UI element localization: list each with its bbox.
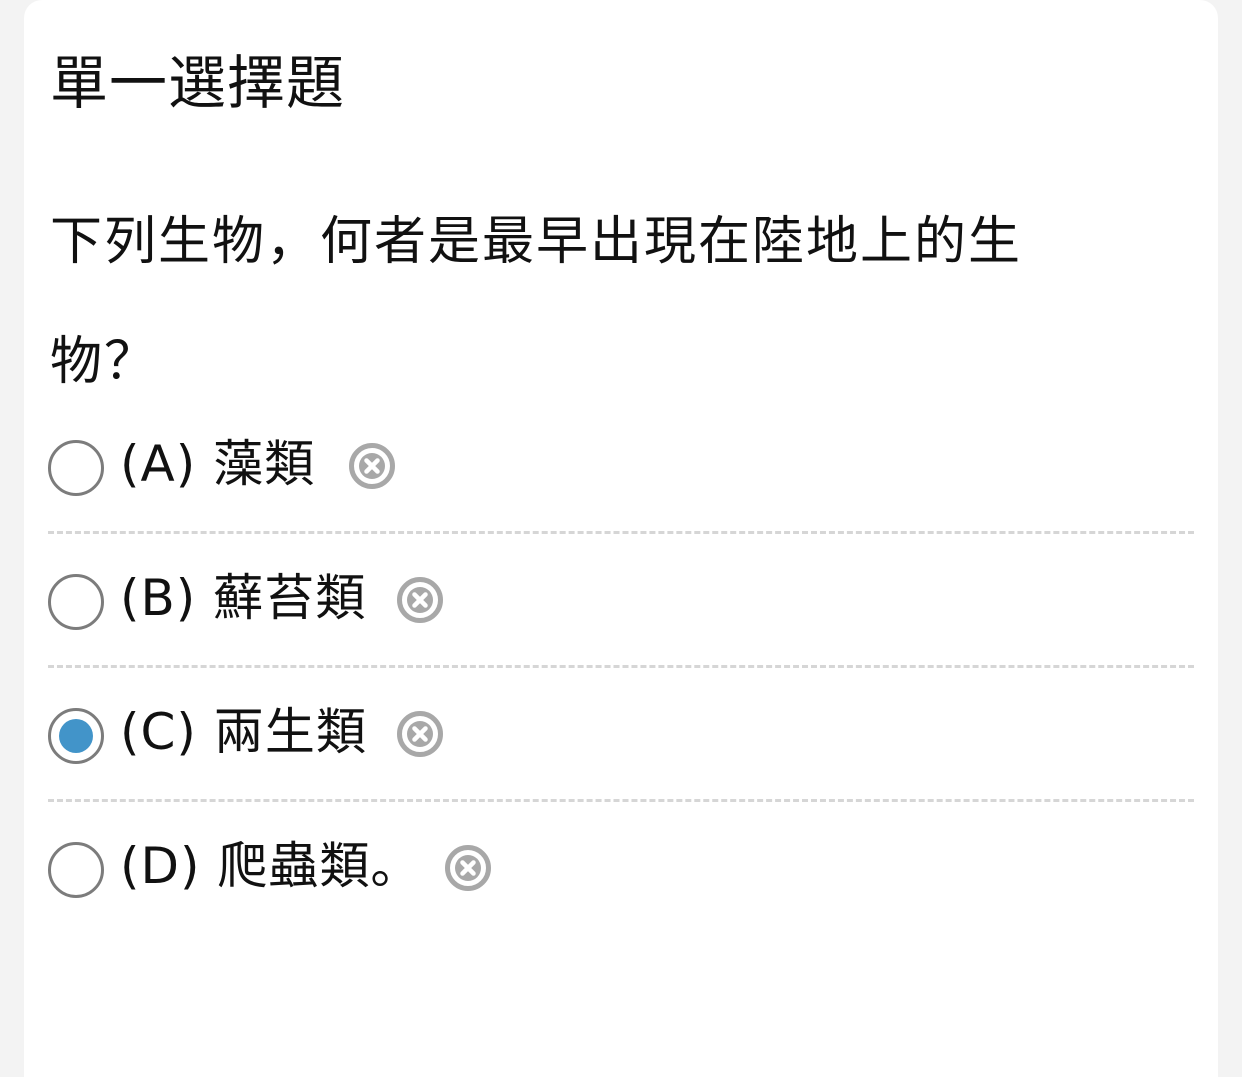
- question-text: 下列生物，何者是最早出現在陸地上的生 物？: [50, 182, 1050, 422]
- option-a[interactable]: (A) 藻類: [48, 400, 1194, 534]
- radio-button-b[interactable]: [48, 574, 104, 630]
- question-line-1: 下列生物，何者是最早出現在陸地上的生: [50, 212, 1023, 272]
- option-d-label: (D) 爬蟲類。: [120, 837, 422, 895]
- remove-option-icon[interactable]: [444, 844, 492, 892]
- question-type-title: 單一選擇題: [50, 49, 346, 117]
- remove-option-icon[interactable]: [348, 442, 396, 490]
- remove-option-icon[interactable]: [396, 576, 444, 624]
- remove-option-icon[interactable]: [396, 710, 444, 758]
- radio-button-a[interactable]: [48, 440, 104, 496]
- radio-button-c[interactable]: [48, 708, 104, 764]
- options-list: (A) 藻類 (B) 蘚苔類 (C) 兩生類 (D) 爬蟲類。: [48, 400, 1194, 936]
- option-a-label: (A) 藻類: [120, 435, 316, 493]
- option-b[interactable]: (B) 蘚苔類: [48, 534, 1194, 668]
- radio-dot-selected: [59, 719, 93, 753]
- option-d[interactable]: (D) 爬蟲類。: [48, 802, 1194, 936]
- option-c-label: (C) 兩生類: [120, 703, 367, 761]
- question-card: 單一選擇題 下列生物，何者是最早出現在陸地上的生 物？ (A) 藻類 (B) 蘚苔…: [24, 0, 1218, 1077]
- option-b-label: (B) 蘚苔類: [120, 569, 367, 627]
- radio-button-d[interactable]: [48, 842, 104, 898]
- option-c[interactable]: (C) 兩生類: [48, 668, 1194, 802]
- question-line-2: 物？: [50, 332, 159, 392]
